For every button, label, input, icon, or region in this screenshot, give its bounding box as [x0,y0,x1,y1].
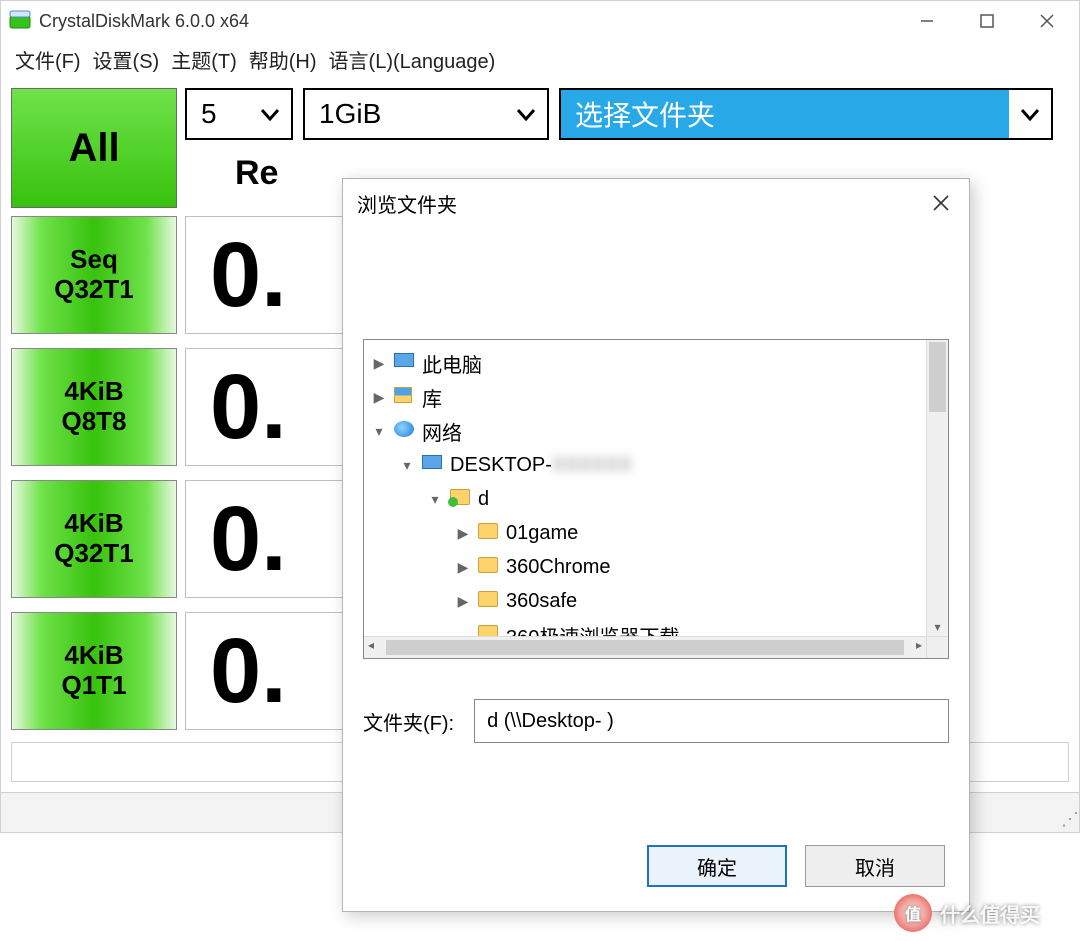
folder-icon [478,557,500,577]
close-button[interactable] [1017,2,1077,40]
target-folder-value: 选择文件夹 [575,94,715,134]
titlebar[interactable]: CrystalDiskMark 6.0.0 x64 [1,1,1079,41]
4k-q32t1-button[interactable]: 4KiB Q32T1 [11,480,177,598]
browse-folder-dialog: 浏览文件夹 ▶ 此电脑 ▶ 库 ▾ 网络 [342,178,970,912]
test-label: 4KiB [64,509,123,539]
cancel-button[interactable]: 取消 [805,845,945,887]
folder-tree[interactable]: ▶ 此电脑 ▶ 库 ▾ 网络 ▾ DESKTOP-XXXXXX [363,339,949,659]
test-label: Seq [70,245,118,275]
expand-icon[interactable]: ▶ [454,559,472,576]
scroll-left-icon[interactable]: ◂ [368,638,374,652]
menubar: 文件(F) 设置(S) 主题(T) 帮助(H) 语言(L)(Language) [1,41,1079,82]
collapse-icon[interactable]: ▾ [426,491,444,508]
window-title: CrystalDiskMark 6.0.0 x64 [39,11,897,32]
test-count-select[interactable]: 5 [185,88,293,140]
scrollbar-corner [926,636,948,658]
tree-label: 360safe [506,590,577,613]
tree-item-this-pc[interactable]: ▶ 此电脑 [370,346,942,380]
tree-label: 此电脑 [422,349,482,378]
4k-q8t8-read-value: 0. [185,348,355,466]
menu-file[interactable]: 文件(F) [11,45,85,74]
4k-q32t1-read-value: 0. [185,480,355,598]
test-label: Q1T1 [61,671,126,701]
ok-button[interactable]: 确定 [647,845,787,887]
menu-help[interactable]: 帮助(H) [245,45,321,74]
tree-item-folder[interactable]: ▶ 360safe [370,584,942,618]
library-icon [394,387,416,407]
chevron-down-icon [253,103,287,125]
window-controls [897,2,1077,40]
scrollbar-thumb[interactable] [386,640,904,655]
tree-item-folder[interactable]: ▶ 01game [370,516,942,550]
expand-icon[interactable]: ▶ [370,389,388,406]
test-label: 4KiB [64,641,123,671]
tree-item-desktop-pc[interactable]: ▾ DESKTOP-XXXXXX [370,448,942,482]
tree-label: DESKTOP-XXXXXX [450,454,632,477]
4k-q1t1-read-value: 0. [185,612,355,730]
tree-item-folder[interactable]: ▶ 360Chrome [370,550,942,584]
tree-label: d [478,488,489,511]
seq-q32t1-read-value: 0. [185,216,355,334]
seq-q32t1-button[interactable]: Seq Q32T1 [11,216,177,334]
network-share-icon [450,489,472,509]
chevron-down-icon [509,103,543,125]
test-size-value: 1GiB [319,98,381,130]
expand-icon[interactable]: ▶ [454,525,472,542]
network-icon [394,421,416,441]
tree-item-share-d[interactable]: ▾ d [370,482,942,516]
test-size-select[interactable]: 1GiB [303,88,549,140]
minimize-button[interactable] [897,2,957,40]
computer-icon [422,455,444,475]
all-button[interactable]: All [11,88,177,208]
test-label: Q32T1 [54,539,134,569]
computer-icon [394,353,416,373]
menu-theme[interactable]: 主题(T) [167,45,241,74]
resize-grip-icon[interactable]: ⋰ [1061,809,1075,830]
expand-icon[interactable]: ▶ [454,593,472,610]
test-count-value: 5 [201,98,217,130]
4k-q8t8-button[interactable]: 4KiB Q8T8 [11,348,177,466]
test-label: 4KiB [64,377,123,407]
chevron-down-icon [1009,90,1051,138]
target-folder-select[interactable]: 选择文件夹 [559,88,1053,140]
tree-item-network[interactable]: ▾ 网络 [370,414,942,448]
folder-path-label: 文件夹(F): [363,707,454,736]
dialog-titlebar[interactable]: 浏览文件夹 [343,179,969,227]
tree-vertical-scrollbar[interactable]: ▾ [926,340,948,636]
folder-path-value: d (\\Desktop- ) [487,710,614,733]
scrollbar-thumb[interactable] [929,342,946,412]
tree-label: 网络 [422,417,462,446]
tree-item-library[interactable]: ▶ 库 [370,380,942,414]
dialog-close-button[interactable] [921,183,961,223]
scroll-down-icon[interactable]: ▾ [927,620,948,634]
test-label: Q32T1 [54,275,134,305]
expand-icon[interactable]: ▶ [370,355,388,372]
folder-icon [478,591,500,611]
app-icon [9,10,31,32]
tree-label: 01game [506,522,578,545]
menu-settings[interactable]: 设置(S) [89,45,164,74]
collapse-icon[interactable]: ▾ [398,457,416,474]
tree-label: 360Chrome [506,556,611,579]
test-label: Q8T8 [61,407,126,437]
4k-q1t1-button[interactable]: 4KiB Q1T1 [11,612,177,730]
folder-path-input[interactable]: d (\\Desktop- ) [474,699,949,743]
tree-horizontal-scrollbar[interactable]: ◂ ▸ [364,636,926,658]
dialog-title: 浏览文件夹 [357,189,457,218]
collapse-icon[interactable]: ▾ [370,423,388,440]
menu-language[interactable]: 语言(L)(Language) [325,45,500,74]
scroll-right-icon[interactable]: ▸ [916,638,922,652]
tree-label: 库 [422,383,442,412]
folder-icon [478,523,500,543]
maximize-button[interactable] [957,2,1017,40]
